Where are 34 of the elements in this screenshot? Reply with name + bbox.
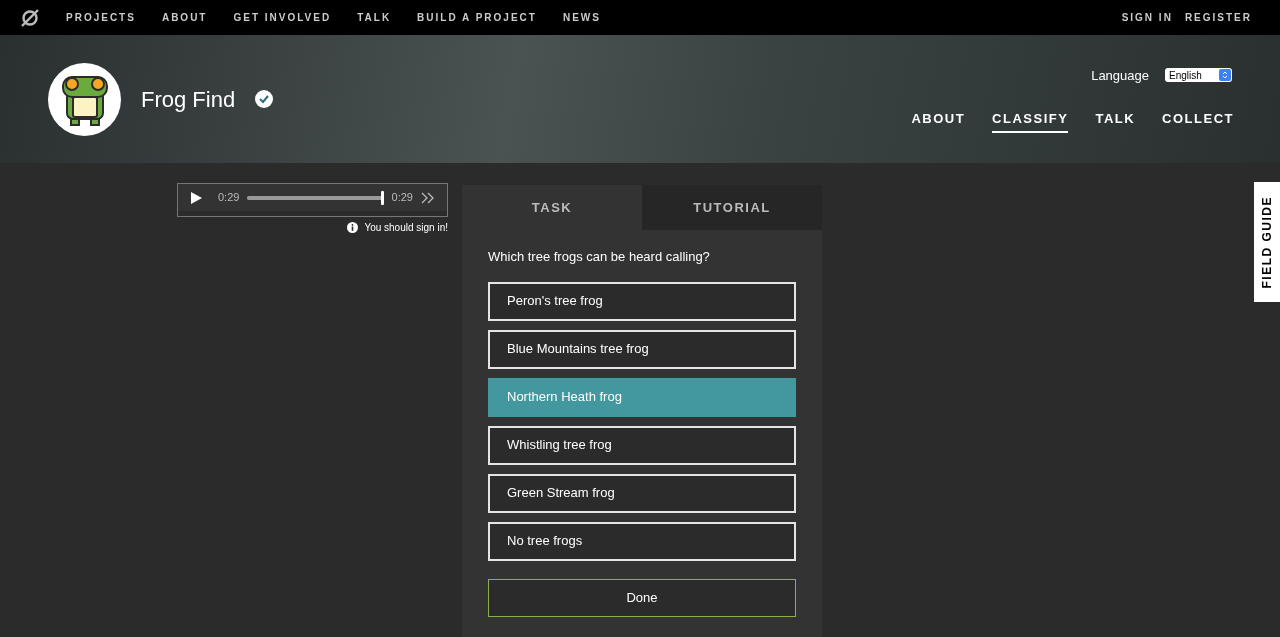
seek-thumb[interactable] (380, 190, 384, 205)
select-arrows-icon (1219, 69, 1231, 82)
nav-link[interactable]: BUILD A PROJECT (417, 10, 537, 25)
language-select[interactable]: English (1165, 68, 1232, 83)
sign-in-notice: You should sign in! (364, 221, 448, 235)
info-icon (347, 222, 359, 233)
logo-icon[interactable] (20, 7, 40, 28)
nav-link[interactable]: ABOUT (161, 10, 208, 25)
answer-option[interactable]: Whistling tree frog (488, 425, 796, 465)
answer-option[interactable]: Green Stream frog (488, 473, 796, 513)
task-tab[interactable]: TUTORIAL (642, 185, 822, 230)
field-guide-tab[interactable]: FIELD GUIDE (1254, 182, 1280, 302)
answer-option[interactable]: No tree frogs (488, 521, 796, 561)
done-button[interactable]: Done (488, 578, 796, 617)
play-icon[interactable] (190, 191, 202, 204)
project-nav-tab[interactable]: ABOUT (911, 109, 966, 133)
account-link[interactable]: REGISTER (1184, 10, 1252, 25)
nav-link[interactable]: TALK (357, 10, 392, 25)
nav-link[interactable]: GET INVOLVED (233, 10, 332, 25)
duration-time: 0:29 (391, 190, 413, 206)
answer-option[interactable]: Blue Mountains tree frog (488, 329, 796, 369)
language-label: Language (1091, 66, 1149, 85)
current-time: 0:29 (218, 190, 240, 206)
answer-option[interactable]: Peron's tree frog (488, 281, 796, 321)
nav-link[interactable]: NEWS (562, 10, 601, 25)
project-nav-tab[interactable]: TALK (1095, 109, 1136, 133)
project-nav-tab[interactable]: CLASSIFY (992, 109, 1069, 133)
account-link[interactable]: SIGN IN (1121, 10, 1173, 25)
skip-icon[interactable] (421, 191, 435, 204)
task-question: Which tree frogs can be heard calling? (488, 248, 711, 266)
project-title: Frog Find (141, 85, 236, 114)
seek-slider[interactable] (247, 190, 384, 205)
project-nav-tab[interactable]: COLLECT (1162, 109, 1234, 133)
nav-link[interactable]: PROJECTS (66, 10, 136, 25)
